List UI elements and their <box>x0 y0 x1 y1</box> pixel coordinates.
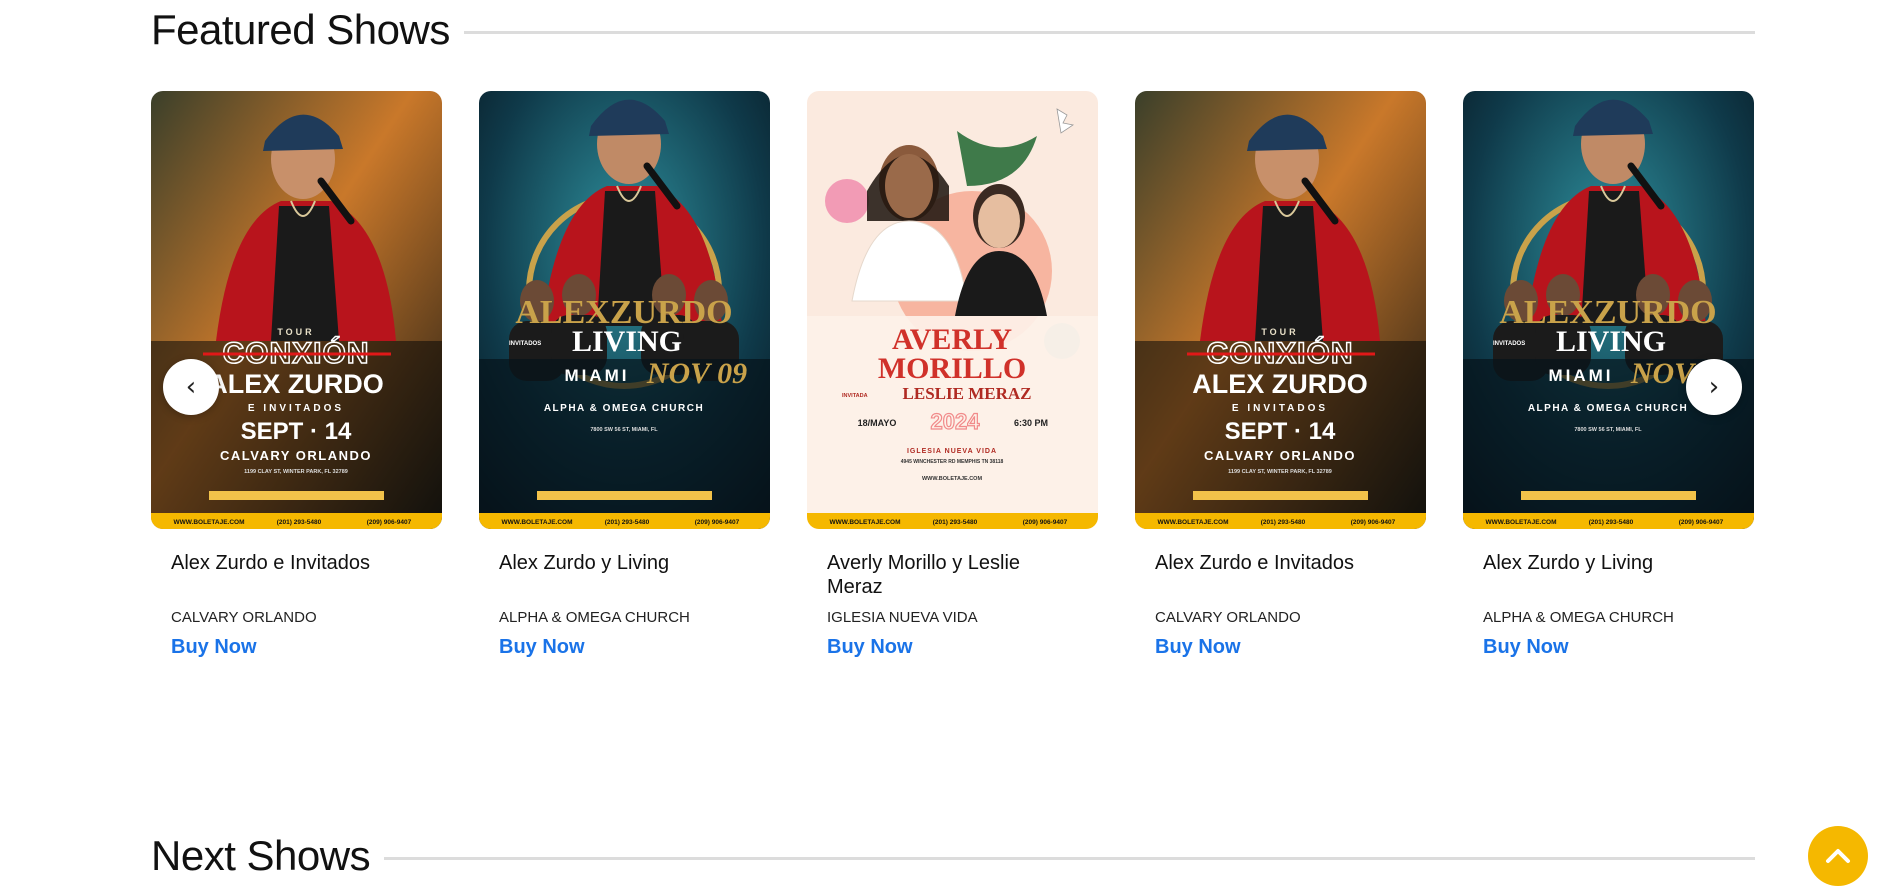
poster-artwork: TOURCONXIÓNALEX ZURDOE INVITADOSSEPT · 1… <box>1135 91 1426 529</box>
poster-time: 6:30 PM <box>1014 418 1048 428</box>
poster-date: SEPT · 14 <box>1225 418 1336 445</box>
carousel-next-button[interactable]: › <box>1686 359 1742 415</box>
poster-guest: LESLIE MERAZ <box>903 384 1032 403</box>
poster-ticket-strip <box>537 491 712 500</box>
show-venue: CALVARY ORLANDO <box>171 609 317 626</box>
poster-venue: IGLESIA NUEVA VIDA <box>907 448 997 455</box>
show-poster-image[interactable]: TOUR CONXIÓN ALEX ZURDO E INVITADOS SEPT · 1… <box>1135 91 1426 529</box>
section-divider <box>384 856 1755 860</box>
poster-tour-label: TOUR <box>1261 327 1298 337</box>
poster-site: WWW.BOLETAJE.COM <box>922 476 983 482</box>
poster-address: 7800 SW 56 ST, MIAMI, FL <box>590 427 658 433</box>
poster-ticket-strip <box>1193 491 1368 500</box>
next-shows-title: Next Shows <box>151 832 371 879</box>
poster-address: 1199 CLAY ST, WINTER PARK, FL 32789 <box>244 469 348 475</box>
show-title[interactable]: Alex Zurdo y Living <box>1483 551 1734 603</box>
buy-now-link[interactable]: Buy Now <box>827 636 913 659</box>
poster-guests: E INVITADOS <box>1232 403 1328 414</box>
poster-address: 4945 WINCHESTER RD MEMPHIS TN 38118 <box>901 459 1004 465</box>
poster-footer-phone: (209) 906-9407 <box>1351 519 1396 526</box>
poster-city: MIAMI <box>1548 366 1613 385</box>
poster-footer-phone: (201) 293-5480 <box>1261 519 1306 526</box>
poster-footer-phone: (209) 906-9407 <box>1023 519 1068 526</box>
carousel-prev-button[interactable]: ‹ <box>163 359 219 415</box>
poster-artist: ALEX ZURDO <box>208 369 384 399</box>
poster-footer-phone: (209) 906-9407 <box>367 519 412 526</box>
show-card: TOUR CONXIÓN ALEX ZURDO E INVITADOS SEPT · 1… <box>1135 91 1426 659</box>
poster-footer-phone: (201) 293-5480 <box>933 519 978 526</box>
show-poster-image[interactable]: ALEXZURDO INVITADOS LIVING MIAMI NOV 09 ALPHA… <box>1463 91 1754 529</box>
poster-date: NOV 09 <box>646 357 747 390</box>
shirt-shape <box>271 206 339 341</box>
poster-footer-web: WWW.BOLETAJE.COM <box>173 519 244 526</box>
buy-now-link[interactable]: Buy Now <box>1155 636 1241 659</box>
poster-footer-phone: (209) 906-9407 <box>695 519 740 526</box>
show-venue: CALVARY ORLANDO <box>1155 609 1301 626</box>
show-card: AVERLY MORILLO INVITADA LESLIE MERAZ 18/MAYO… <box>807 91 1098 659</box>
show-title[interactable]: Alex Zurdo e Invitados <box>171 551 422 603</box>
poster-artwork: AVERLYMORILLOINVITADA LESLIE MERAZ18/MAYO… <box>807 91 1098 529</box>
poster-footer-web: WWW.BOLETAJE.COM <box>829 519 900 526</box>
poster-footer-phone: (201) 293-5480 <box>1589 519 1634 526</box>
poster-guests: INVITADOS <box>509 341 541 347</box>
poster-venue: ALPHA & OMEGA CHURCH <box>1528 403 1688 414</box>
poster-footer-web: WWW.BOLETAJE.COM <box>1485 519 1556 526</box>
section-divider <box>463 30 1755 34</box>
poster-guests: E INVITADOS <box>248 403 344 414</box>
poster-ticket-strip <box>1521 491 1696 500</box>
buy-now-link[interactable]: Buy Now <box>499 636 585 659</box>
show-poster-image[interactable]: ALEXZURDO INVITADOS LIVING MIAMI NOV 09 ALPHA… <box>479 91 770 529</box>
poster-artwork: ALEXZURDOINVITADOS LIVINGMIAMI NOV 09ALPHA… <box>1463 91 1754 529</box>
show-poster-image[interactable]: AVERLY MORILLO INVITADA LESLIE MERAZ 18/MAYO… <box>807 91 1098 529</box>
featured-shows-header: Featured Shows <box>151 4 1755 56</box>
poster-footer-phone: (201) 293-5480 <box>277 519 322 526</box>
poster-venue: ALPHA & OMEGA CHURCH <box>544 403 704 414</box>
chevron-right-icon: › <box>1708 372 1720 402</box>
poster-artist: MORILLO <box>878 352 1026 385</box>
poster-guest-tag: INVITADA <box>842 393 868 399</box>
show-poster-image[interactable]: TOUR CONXIÓN ALEX ZURDO E INVITADOS SEPT · 1… <box>151 91 442 529</box>
poster-footer-web: WWW.BOLETAJE.COM <box>1157 519 1228 526</box>
poster-address: 7800 SW 56 ST, MIAMI, FL <box>1574 427 1642 433</box>
poster-band: LIVING <box>1556 325 1666 358</box>
poster-footer-web: WWW.BOLETAJE.COM <box>501 519 572 526</box>
show-venue: ALPHA & OMEGA CHURCH <box>499 609 690 626</box>
poster-year: 2024 <box>931 409 981 434</box>
poster-date: SEPT · 14 <box>241 418 352 445</box>
next-shows-header: Next Shows <box>151 830 1755 882</box>
poster-day: 18/MAYO <box>858 418 897 428</box>
chevron-left-icon: ‹ <box>185 372 197 402</box>
poster-artist: ALEX ZURDO <box>1192 369 1368 399</box>
show-venue: IGLESIA NUEVA VIDA <box>827 609 978 626</box>
poster-footer-phone: (201) 293-5480 <box>605 519 650 526</box>
show-venue: ALPHA & OMEGA CHURCH <box>1483 609 1674 626</box>
show-title[interactable]: Averly Morillo y Leslie Meraz <box>827 551 1078 603</box>
show-title[interactable]: Alex Zurdo e Invitados <box>1155 551 1406 603</box>
featured-shows-carousel: TOUR CONXIÓN ALEX ZURDO E INVITADOS SEPT · 1… <box>151 91 1755 671</box>
poster-address: 1199 CLAY ST, WINTER PARK, FL 32789 <box>1228 469 1332 475</box>
shirt-shape <box>1255 206 1323 341</box>
show-title[interactable]: Alex Zurdo y Living <box>499 551 750 603</box>
poster-venue: CALVARY ORLANDO <box>220 448 372 463</box>
featured-shows-title: Featured Shows <box>151 6 450 53</box>
poster-artwork: ALEXZURDOINVITADOS LIVINGMIAMI NOV 09ALPHA… <box>479 91 770 529</box>
poster-ticket-strip <box>209 491 384 500</box>
poster-tour-label: TOUR <box>277 327 314 337</box>
poster-city: MIAMI <box>564 366 629 385</box>
buy-now-link[interactable]: Buy Now <box>1483 636 1569 659</box>
show-card: ALEXZURDO INVITADOS LIVING MIAMI NOV 09 ALPHA… <box>479 91 770 659</box>
poster-venue: CALVARY ORLANDO <box>1204 448 1356 463</box>
face-shape <box>978 194 1020 248</box>
poster-footer-phone: (209) 906-9407 <box>1679 519 1724 526</box>
chevron-up-icon <box>1826 849 1850 863</box>
face-shape <box>885 154 933 218</box>
back-to-top-button[interactable] <box>1808 826 1868 886</box>
poster-band: LIVING <box>572 325 682 358</box>
flower-shape <box>825 179 869 223</box>
buy-now-link[interactable]: Buy Now <box>171 636 257 659</box>
poster-guests: INVITADOS <box>1493 341 1525 347</box>
poster-artwork: TOURCONXIÓNALEX ZURDOE INVITADOSSEPT · 1… <box>151 91 442 529</box>
